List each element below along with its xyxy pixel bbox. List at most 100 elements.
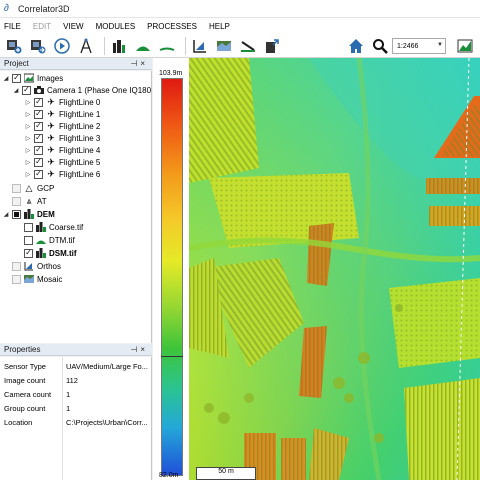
add-images-button[interactable] bbox=[4, 36, 24, 56]
menu-view[interactable]: VIEW bbox=[63, 22, 83, 31]
checkbox[interactable] bbox=[24, 222, 33, 232]
tree-node-orthos[interactable]: Orthos bbox=[2, 260, 61, 272]
dsm-map-viewer[interactable] bbox=[189, 58, 480, 480]
menu-help[interactable]: HELP bbox=[209, 22, 230, 31]
tree-node-flightline[interactable]: ▷ ✈ FlightLine 0 bbox=[24, 96, 100, 108]
dsm-buildings-button[interactable] bbox=[109, 36, 129, 56]
tree-node-dem[interactable]: ◢ DEM bbox=[2, 208, 55, 220]
menu-processes[interactable]: PROCESSES bbox=[147, 22, 197, 31]
checkbox[interactable] bbox=[34, 145, 43, 155]
home-button[interactable] bbox=[346, 36, 366, 56]
tree-label: Mosaic bbox=[37, 274, 63, 284]
checkbox[interactable] bbox=[12, 73, 21, 83]
expand-arrow-icon[interactable]: ◢ bbox=[12, 87, 20, 94]
properties-panel-title: Properties bbox=[4, 345, 41, 354]
tree-node-dtm[interactable]: DTM.tif bbox=[14, 234, 75, 246]
checkbox[interactable] bbox=[34, 97, 43, 107]
dem-buildings-icon bbox=[36, 248, 46, 258]
expand-arrow-icon[interactable]: ▷ bbox=[24, 159, 32, 166]
expand-arrow-icon[interactable]: ▷ bbox=[24, 147, 32, 154]
dtm-button[interactable] bbox=[157, 36, 177, 56]
menu-bar: FILE EDIT VIEW MODULES PROCESSES HELP bbox=[0, 18, 480, 34]
tree-node-camera[interactable]: ◢ Camera 1 (Phase One IQ180) bbox=[12, 84, 151, 96]
mosaic-button[interactable] bbox=[214, 36, 234, 56]
checkbox[interactable] bbox=[34, 121, 43, 131]
tree-node-gcp[interactable]: △ GCP bbox=[2, 182, 54, 194]
panel-controls[interactable]: ⊣× bbox=[130, 59, 148, 68]
tree-node-flightline[interactable]: ▷ ✈ FlightLine 6 bbox=[24, 168, 100, 180]
toolbar-separator bbox=[104, 36, 105, 55]
at-icon: ⩓ bbox=[26, 195, 32, 206]
property-value: 1 bbox=[66, 389, 71, 399]
expand-arrow-icon[interactable]: ▷ bbox=[24, 111, 32, 118]
panel-controls[interactable]: ⊣× bbox=[130, 345, 148, 354]
tree-label: FlightLine 6 bbox=[59, 169, 101, 179]
tree-label: Coarse.tif bbox=[49, 222, 84, 232]
tree-label: Orthos bbox=[37, 261, 62, 271]
checkbox[interactable] bbox=[12, 274, 21, 284]
zoom-scale-dropdown[interactable]: 1:2466 ▼ bbox=[392, 38, 446, 54]
checkbox[interactable] bbox=[12, 209, 21, 219]
properties-panel-header: Properties ⊣× bbox=[0, 344, 152, 356]
checkbox[interactable] bbox=[34, 169, 43, 179]
property-key: Group count bbox=[4, 403, 46, 413]
zoom-button[interactable] bbox=[370, 36, 390, 56]
aerial-triangulation-button[interactable] bbox=[76, 36, 96, 56]
expand-arrow-icon[interactable]: ◢ bbox=[2, 211, 10, 218]
ortho-button[interactable] bbox=[190, 36, 210, 56]
tree-node-flightline[interactable]: ▷ ✈ FlightLine 2 bbox=[24, 120, 100, 132]
checkbox[interactable] bbox=[12, 261, 21, 271]
tree-node-mosaic[interactable]: Mosaic bbox=[2, 273, 62, 285]
checkbox[interactable] bbox=[24, 248, 33, 258]
legend-max-label: 103.9m bbox=[159, 70, 183, 77]
title-bar: ∂ Correlator3D bbox=[0, 0, 480, 18]
property-row[interactable]: Group count 1 bbox=[0, 401, 152, 415]
plane-icon: ✈ bbox=[47, 120, 55, 131]
import-project-button[interactable] bbox=[28, 36, 48, 56]
expand-arrow-icon[interactable]: ▷ bbox=[24, 135, 32, 142]
expand-arrow-icon[interactable]: ▷ bbox=[24, 171, 32, 178]
property-row[interactable]: Image count 112 bbox=[0, 373, 152, 387]
menu-file[interactable]: FILE bbox=[4, 22, 21, 31]
tree-node-flightline[interactable]: ▷ ✈ FlightLine 5 bbox=[24, 156, 100, 168]
expand-arrow-icon[interactable]: ◢ bbox=[2, 75, 10, 82]
home-icon bbox=[349, 39, 363, 53]
menu-edit[interactable]: EDIT bbox=[33, 22, 51, 31]
checkbox[interactable] bbox=[12, 196, 21, 206]
checkbox[interactable] bbox=[34, 109, 43, 119]
chevron-down-icon: ▼ bbox=[437, 42, 443, 48]
project-panel-header: Project ⊣× bbox=[0, 58, 152, 70]
zoom-scale-value: 1:2466 bbox=[397, 42, 419, 50]
checkbox[interactable] bbox=[12, 183, 21, 193]
tree-label: DTM.tif bbox=[49, 235, 75, 245]
tree-node-at[interactable]: ⩓ AT bbox=[2, 195, 47, 207]
property-key: Sensor Type bbox=[4, 361, 46, 371]
project-panel-title: Project bbox=[4, 59, 29, 68]
tree-node-flightline[interactable]: ▷ ✈ FlightLine 1 bbox=[24, 108, 100, 120]
property-row[interactable]: Location C:\Projects\Urban\Corr... bbox=[0, 415, 152, 429]
tree-node-coarse[interactable]: Coarse.tif bbox=[14, 221, 83, 233]
ortho-edit-icon bbox=[241, 40, 255, 52]
ortho-edit-button[interactable] bbox=[238, 36, 258, 56]
export-icon bbox=[266, 38, 279, 53]
add-images-icon bbox=[7, 39, 22, 53]
tree-node-dsm[interactable]: DSM.tif bbox=[14, 247, 77, 259]
legend-marker bbox=[161, 356, 183, 357]
tree-node-flightline[interactable]: ▷ ✈ FlightLine 3 bbox=[24, 132, 100, 144]
expand-arrow-icon[interactable]: ▷ bbox=[24, 99, 32, 106]
run-button[interactable] bbox=[52, 36, 72, 56]
checkbox[interactable] bbox=[22, 85, 31, 95]
menu-modules[interactable]: MODULES bbox=[96, 22, 136, 31]
export-button[interactable] bbox=[262, 36, 282, 56]
property-row[interactable]: Camera count 1 bbox=[0, 387, 152, 401]
property-row[interactable]: Sensor Type UAV/Medium/Large Fo... bbox=[0, 359, 152, 373]
terrain-button[interactable] bbox=[133, 36, 153, 56]
expand-arrow-icon[interactable]: ▷ bbox=[24, 123, 32, 130]
tree-node-flightline[interactable]: ▷ ✈ FlightLine 4 bbox=[24, 144, 100, 156]
checkbox[interactable] bbox=[34, 157, 43, 167]
checkbox[interactable] bbox=[34, 133, 43, 143]
elevation-profile-button[interactable] bbox=[455, 36, 475, 56]
checkbox[interactable] bbox=[24, 235, 33, 245]
tree-node-images[interactable]: ◢ Images bbox=[2, 72, 63, 84]
dtm-terrain-icon bbox=[36, 235, 46, 245]
